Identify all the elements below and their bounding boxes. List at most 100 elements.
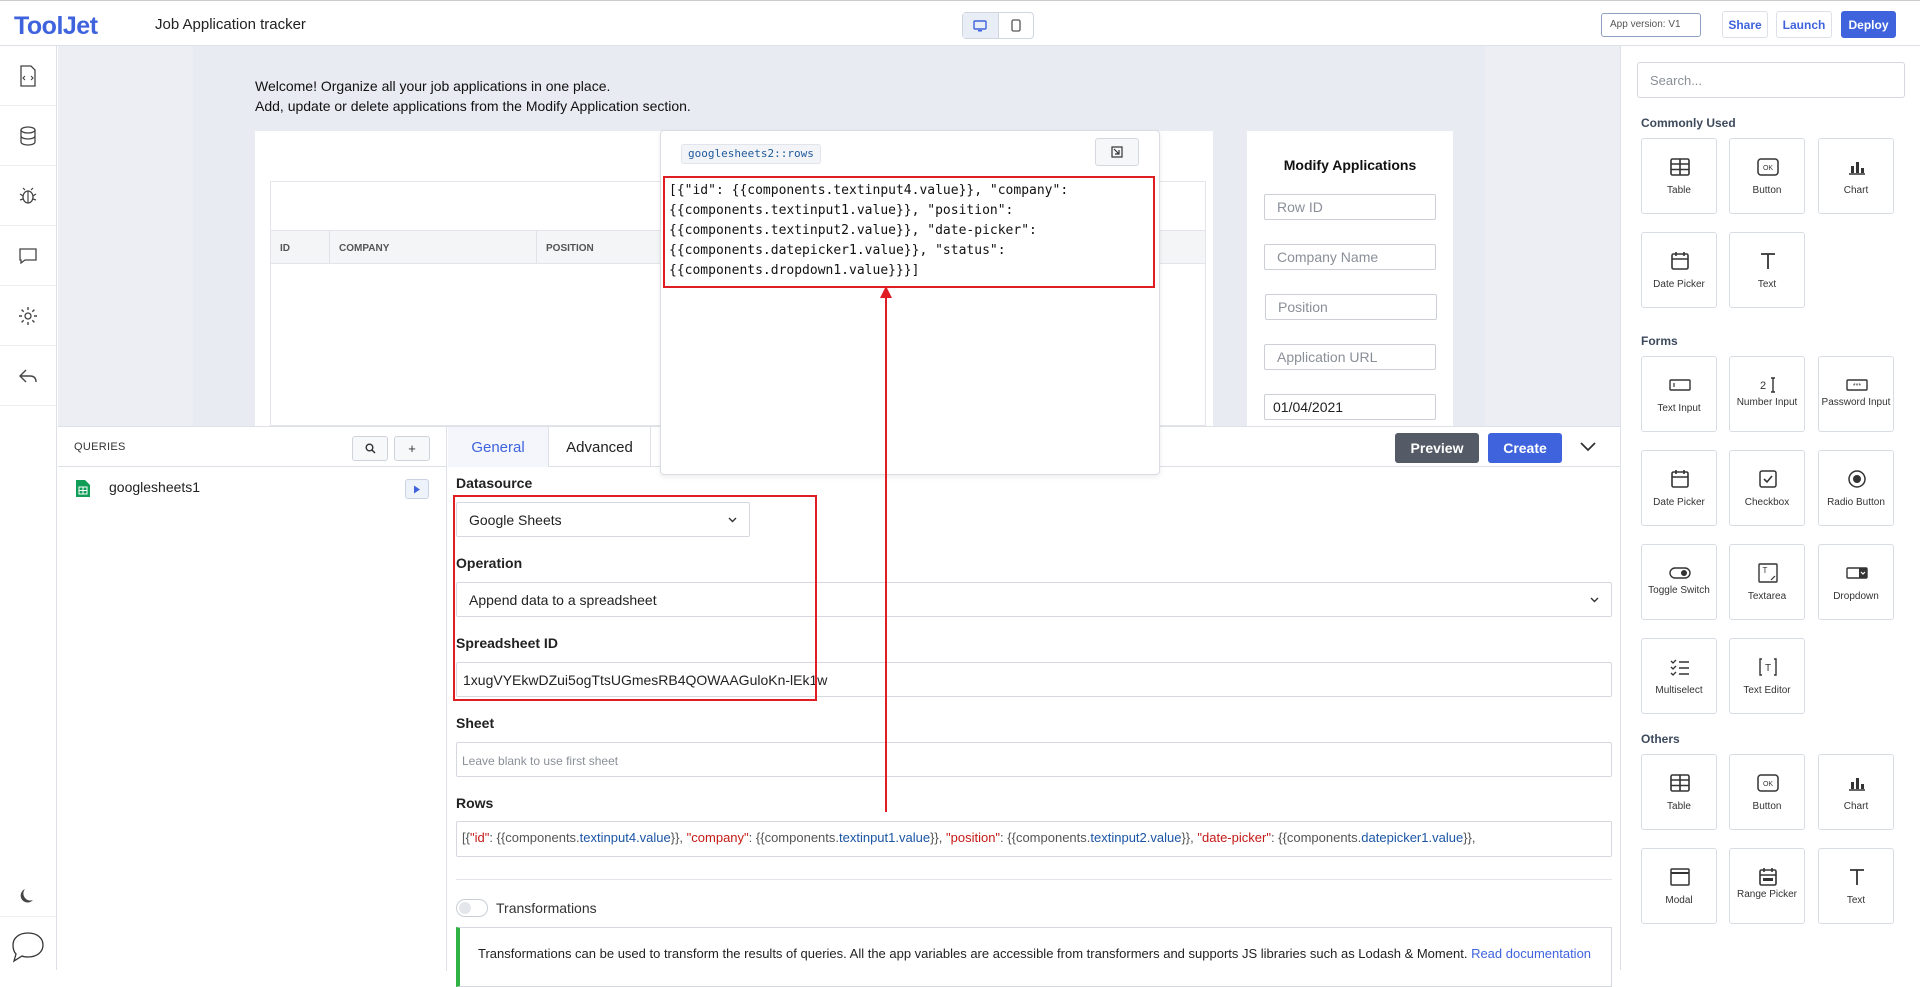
left-sidebar xyxy=(0,46,57,970)
collapse-panel-button[interactable] xyxy=(1579,439,1597,457)
mobile-view-button[interactable] xyxy=(999,13,1034,38)
widget-dropdown[interactable]: Dropdown xyxy=(1818,544,1894,620)
datasource-label: Datasource xyxy=(456,475,533,491)
column-header-company[interactable]: COMPANY xyxy=(339,243,389,254)
expand-button[interactable] xyxy=(1095,138,1139,166)
widget-button[interactable]: OK Button xyxy=(1729,754,1805,830)
svg-text:OK: OK xyxy=(1763,781,1773,788)
widget-text-editor[interactable]: T Text Editor xyxy=(1729,638,1805,714)
widget-chart[interactable]: Chart xyxy=(1818,138,1894,214)
column-header-id[interactable]: ID xyxy=(280,243,290,254)
button-icon: OK xyxy=(1756,155,1780,179)
widget-text[interactable]: Text xyxy=(1818,848,1894,924)
tab-general[interactable]: General xyxy=(448,427,549,467)
transformations-label: Transformations xyxy=(496,900,597,916)
tooljet-logo[interactable]: ToolJet xyxy=(14,12,98,41)
widget-text-input[interactable]: Text Input xyxy=(1641,356,1717,432)
column-header-position[interactable]: POSITION xyxy=(546,243,594,254)
widget-modal[interactable]: Modal xyxy=(1641,848,1717,924)
run-query-button[interactable] xyxy=(405,479,429,499)
rows-token: "company" xyxy=(686,830,749,845)
svg-text:T: T xyxy=(1765,663,1771,674)
desktop-view-button[interactable] xyxy=(963,13,999,38)
rows-token: : {{components. xyxy=(1270,830,1362,845)
widget-password-input[interactable]: *** Password Input xyxy=(1818,356,1894,432)
rows-token: : {{components. xyxy=(748,830,839,845)
widget-toggle-switch[interactable]: Toggle Switch xyxy=(1641,544,1717,620)
read-documentation-link[interactable]: Read documentation xyxy=(1471,946,1591,961)
widget-multiselect[interactable]: Multiselect xyxy=(1641,638,1717,714)
app-version-select[interactable]: App version: V1 xyxy=(1601,13,1701,37)
application-url-input[interactable]: Application URL xyxy=(1264,344,1436,370)
modify-title: Modify Applications xyxy=(1283,157,1417,173)
rows-token: }}, xyxy=(670,830,687,845)
settings-button[interactable] xyxy=(0,286,56,346)
range-picker-icon xyxy=(1756,865,1780,889)
widget-label: Text Input xyxy=(1657,403,1701,414)
create-button[interactable]: Create xyxy=(1488,433,1562,463)
widget-checkbox[interactable]: Checkbox xyxy=(1729,450,1805,526)
share-button[interactable]: Share xyxy=(1722,11,1768,38)
widget-label: Toggle Switch xyxy=(1648,585,1710,596)
widget-section-title: Commonly Used xyxy=(1641,116,1736,130)
rows-token: textinput1.value xyxy=(839,830,931,845)
back-button[interactable] xyxy=(0,346,56,406)
debugger-button[interactable] xyxy=(0,166,56,226)
text-editor-icon: T xyxy=(1756,655,1780,679)
widget-date-picker[interactable]: Date Picker xyxy=(1641,450,1717,526)
text-input-icon xyxy=(1668,373,1692,397)
table-icon xyxy=(1668,771,1692,795)
chat-button[interactable] xyxy=(0,916,56,976)
calendar-icon xyxy=(1668,467,1692,491)
radio-icon xyxy=(1845,467,1869,491)
chevron-down-icon xyxy=(1580,442,1596,452)
widget-text[interactable]: Text xyxy=(1729,232,1805,308)
gear-icon xyxy=(19,306,37,325)
device-toggle xyxy=(962,12,1034,39)
rows-token: "date-picker" xyxy=(1197,830,1271,845)
desktop-icon xyxy=(973,19,987,31)
widget-label: Chart xyxy=(1843,185,1869,196)
search-query-button[interactable] xyxy=(352,436,388,461)
widget-textarea[interactable]: T Textarea xyxy=(1729,544,1805,620)
sheet-input[interactable]: Leave blank to use first sheet xyxy=(456,742,1612,777)
deploy-button[interactable]: Deploy xyxy=(1841,11,1896,38)
add-query-button[interactable]: + xyxy=(394,436,430,461)
app-title[interactable]: Job Application tracker xyxy=(155,16,306,33)
code-block: [{"id": {{components.textinput4.value}},… xyxy=(663,176,1155,288)
widget-chart[interactable]: Chart xyxy=(1818,754,1894,830)
date-picker-input[interactable]: 01/04/2021 xyxy=(1264,394,1436,420)
transformations-info: Transformations can be used to transform… xyxy=(456,927,1612,987)
widget-search-input[interactable]: Search... xyxy=(1637,62,1905,98)
calendar-icon xyxy=(1668,249,1692,273)
google-sheets-icon xyxy=(76,480,90,497)
rows-input[interactable]: [{"id": {{components.textinput4.value}},… xyxy=(456,821,1612,857)
checkbox-icon xyxy=(1756,467,1780,491)
widget-label: Date Picker xyxy=(1653,497,1705,508)
page-settings-button[interactable] xyxy=(0,46,56,106)
widget-table[interactable]: Table xyxy=(1641,754,1717,830)
widget-number-input[interactable]: 2 Number Input xyxy=(1729,356,1805,432)
launch-button[interactable]: Launch xyxy=(1776,11,1832,38)
query-reference-tag: googlesheets2::rows xyxy=(681,144,821,164)
widget-label: Date Picker xyxy=(1653,279,1705,290)
widget-date-picker[interactable]: Date Picker xyxy=(1641,232,1717,308)
tab-advanced[interactable]: Advanced xyxy=(549,427,651,467)
row-id-input[interactable]: Row ID xyxy=(1264,194,1436,220)
query-item-googlesheets1[interactable]: googlesheets1 xyxy=(58,473,447,503)
transformations-toggle[interactable] xyxy=(456,899,488,917)
widget-label: Textarea xyxy=(1747,591,1787,602)
widget-table[interactable]: Table xyxy=(1641,138,1717,214)
widget-button[interactable]: OK Button xyxy=(1729,138,1805,214)
datasources-button[interactable] xyxy=(0,106,56,166)
preview-button[interactable]: Preview xyxy=(1395,433,1479,463)
position-input[interactable]: Position xyxy=(1265,294,1437,320)
widget-radio-button[interactable]: Radio Button xyxy=(1818,450,1894,526)
rows-label: Rows xyxy=(456,795,494,811)
widget-label: Text xyxy=(1757,279,1777,290)
company-name-input[interactable]: Company Name xyxy=(1264,244,1436,270)
widget-range-picker[interactable]: Range Picker xyxy=(1729,848,1805,924)
comments-button[interactable] xyxy=(0,226,56,286)
widget-label: Chart xyxy=(1843,801,1869,812)
code-line: {{components.textinput1.value}}, "positi… xyxy=(669,203,1014,218)
